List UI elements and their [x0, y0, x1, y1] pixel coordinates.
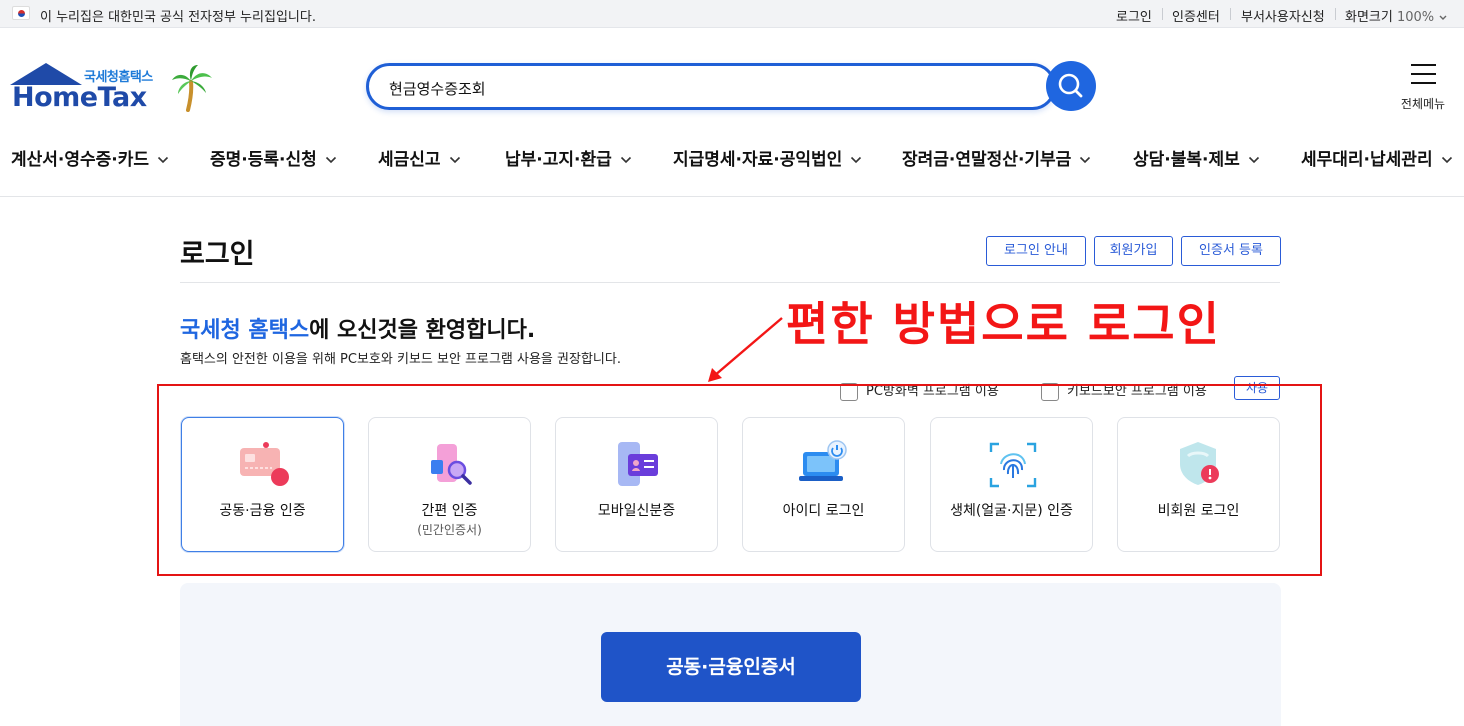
- welcome-subtext: 홈택스의 안전한 이용을 위해 PC보호와 키보드 보안 프로그램 사용을 권장…: [180, 352, 621, 367]
- chevron-down-icon: [851, 156, 862, 164]
- login-method-id-login[interactable]: 아이디 로그인: [742, 417, 905, 552]
- method-label: 아이디 로그인: [782, 503, 865, 519]
- gnb-item-certificate[interactable]: 증명·등록·신청: [210, 145, 337, 170]
- gnb-item-payment[interactable]: 납부·고지·환급: [505, 145, 632, 170]
- korea-flag-icon: [12, 6, 30, 20]
- gov-banner: 이 누리집은 대한민국 공식 전자정부 누리집입니다. 로그인 인증센터 부서사…: [0, 0, 1464, 28]
- gnb-item-tax-return[interactable]: 세금신고: [378, 145, 461, 170]
- zoom-label: 화면크기: [1345, 10, 1393, 25]
- page-title: 로그인: [180, 239, 255, 270]
- annotation-arrow-icon: [708, 317, 783, 382]
- method-label: 간편 인증: [421, 503, 478, 519]
- fingerprint-icon: [989, 442, 1037, 488]
- welcome-brand: 국세청 홈택스: [180, 318, 310, 343]
- chevron-down-icon: [157, 156, 169, 164]
- joint-cert-login-button[interactable]: 공동·금융인증서: [601, 632, 861, 702]
- search-icon: [1058, 73, 1083, 98]
- hamburger-icon: [1411, 64, 1436, 84]
- login-method-joint-cert[interactable]: 공동·금융 인증: [181, 417, 344, 552]
- chevron-down-icon: [1080, 156, 1091, 164]
- chevron-down-icon: [1439, 15, 1447, 20]
- shield-user-icon: [1180, 442, 1219, 485]
- gnb-label: 장려금·연말정산·기부금: [902, 150, 1072, 170]
- all-menu-label: 전체메뉴: [1400, 97, 1446, 111]
- gnb-label: 세금신고: [378, 150, 441, 170]
- search-bar[interactable]: [366, 63, 1056, 110]
- mobile-id-icon: [618, 442, 658, 486]
- method-sublabel: (민간인증서): [417, 523, 482, 537]
- zoom-control[interactable]: 화면크기 100%: [1345, 6, 1448, 25]
- gnb-divider: [0, 196, 1464, 197]
- search-button[interactable]: [1046, 61, 1096, 111]
- gnb-item-tax-agent[interactable]: 세무대리·납세관리: [1301, 145, 1453, 170]
- all-menu-button[interactable]: 전체메뉴: [1398, 62, 1448, 114]
- signup-button[interactable]: 회원가입: [1094, 236, 1173, 266]
- gnb-label: 상담·불복·제보: [1133, 150, 1240, 170]
- gnb-label: 납부·고지·환급: [505, 150, 612, 170]
- gnb-item-invoice[interactable]: 계산서·영수증·카드: [11, 145, 169, 170]
- login-method-guest[interactable]: 비회원 로그인: [1117, 417, 1280, 552]
- util-login-link[interactable]: 로그인: [1116, 6, 1152, 25]
- login-method-biometric[interactable]: 생체(얼굴·지문) 인증: [930, 417, 1093, 552]
- chevron-down-icon: [1441, 156, 1452, 164]
- method-label: 비회원 로그인: [1157, 503, 1240, 519]
- search-input[interactable]: [389, 75, 989, 101]
- chevron-down-icon: [325, 156, 336, 164]
- logo-title: HomeTax: [12, 82, 147, 113]
- register-cert-button[interactable]: 인증서 등록: [1181, 236, 1281, 266]
- method-label: 모바일신분증: [597, 503, 676, 519]
- certificate-card-icon: [240, 442, 289, 486]
- chevron-down-icon: [1248, 156, 1259, 164]
- palm-tree-icon: [172, 65, 212, 112]
- gnb-item-consulting[interactable]: 상담·불복·제보: [1133, 145, 1260, 170]
- gnb-item-statement[interactable]: 지급명세·자료·공익법인: [673, 145, 862, 170]
- title-divider: [180, 282, 1280, 283]
- gnb-label: 계산서·영수증·카드: [11, 150, 150, 170]
- method-label: 공동·금융 인증: [219, 503, 306, 519]
- phone-search-icon: [431, 444, 472, 485]
- util-dept-user-link[interactable]: 부서사용자신청: [1241, 6, 1325, 25]
- chevron-down-icon: [449, 156, 460, 164]
- login-method-simple-auth[interactable]: 간편 인증 (민간인증서): [368, 417, 531, 552]
- welcome-heading: 국세청 홈택스에 오신것을 환영합니다.: [180, 312, 535, 344]
- zoom-value: 100%: [1396, 10, 1435, 25]
- util-cert-center-link[interactable]: 인증센터: [1172, 6, 1220, 25]
- login-guide-button[interactable]: 로그인 안내: [986, 236, 1086, 266]
- login-method-mobile-id[interactable]: 모바일신분증: [555, 417, 718, 552]
- gnb-label: 세무대리·납세관리: [1301, 150, 1433, 170]
- gov-banner-text: 이 누리집은 대한민국 공식 전자정부 누리집입니다.: [40, 10, 316, 25]
- laptop-power-icon: [799, 440, 847, 481]
- gnb-label: 증명·등록·신청: [210, 150, 317, 170]
- gnb-label: 지급명세·자료·공익법인: [673, 150, 843, 170]
- welcome-rest: 에 오신것을 환영합니다.: [309, 318, 536, 343]
- chevron-down-icon: [620, 156, 631, 164]
- method-label: 생체(얼굴·지문) 인증: [950, 503, 1073, 519]
- annotation-text: 편한 방법으로 로그인: [786, 297, 1221, 351]
- gnb-item-incentive[interactable]: 장려금·연말정산·기부금: [902, 145, 1091, 170]
